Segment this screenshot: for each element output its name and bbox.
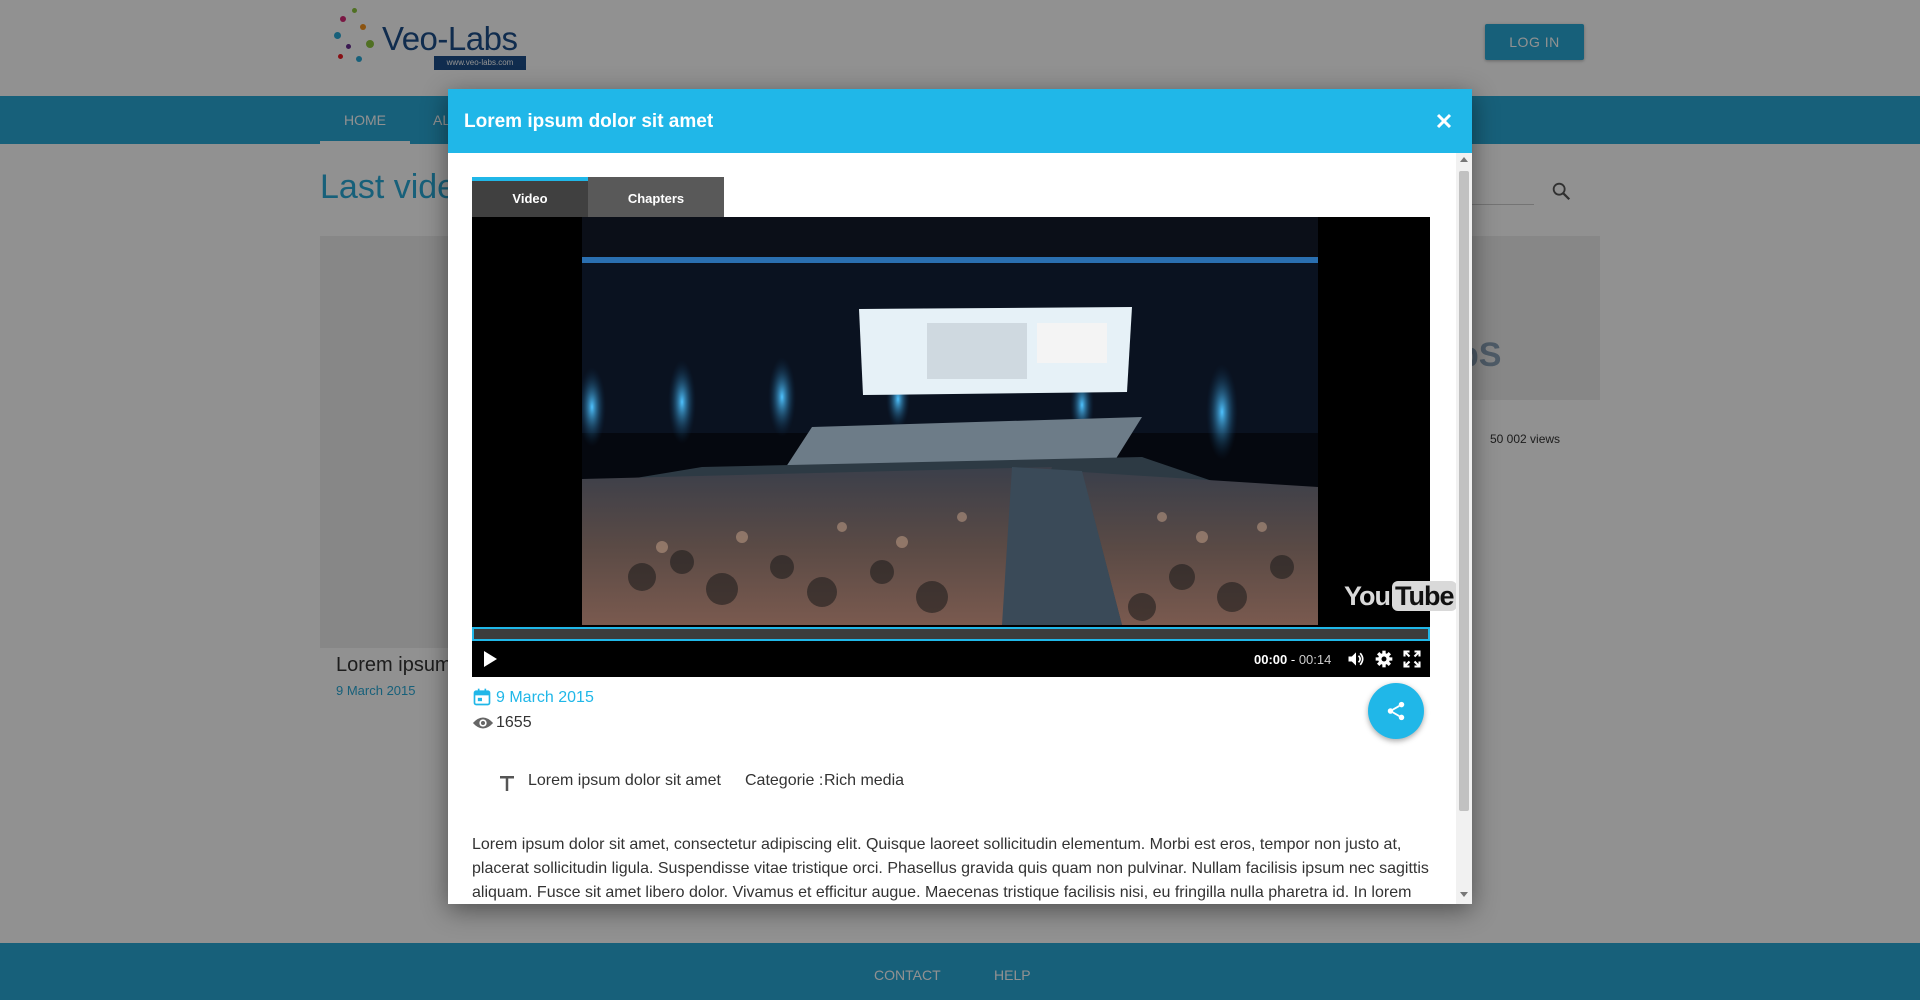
volume-icon[interactable]	[1346, 649, 1366, 669]
time-total: 00:14	[1298, 652, 1332, 667]
modal-title: Lorem ipsum dolor sit amet	[464, 111, 714, 132]
video-frame[interactable]	[582, 217, 1318, 625]
scroll-up-arrow-icon[interactable]	[1460, 157, 1468, 162]
play-icon[interactable]	[484, 651, 497, 667]
info-title: Lorem ipsum dolor sit amet	[528, 772, 721, 789]
youtube-logo[interactable]: You Tube	[1344, 581, 1457, 612]
video-description: Lorem ipsum dolor sit amet, consectetur …	[472, 836, 1429, 901]
share-icon	[1387, 701, 1405, 721]
scroll-thumb[interactable]	[1459, 171, 1469, 811]
youtube-logo-text: You	[1344, 581, 1391, 611]
youtube-logo-tube: Tube	[1392, 581, 1457, 611]
category-label: Categorie :	[745, 772, 824, 789]
player-controls: 00:00 - 00:14	[472, 641, 1430, 677]
video-player[interactable]: You Tube 00:00 - 00:14	[472, 217, 1457, 677]
tab-video[interactable]: Video	[472, 177, 588, 217]
video-views: 1655	[496, 714, 532, 731]
fullscreen-icon[interactable]	[1402, 649, 1422, 669]
scroll-down-arrow-icon[interactable]	[1460, 892, 1468, 897]
close-icon[interactable]	[1432, 109, 1456, 133]
eye-icon	[472, 717, 494, 729]
settings-icon[interactable]	[1374, 649, 1394, 669]
calendar-icon	[473, 688, 491, 706]
video-modal: Lorem ipsum dolor sit amet Video Chapter…	[448, 89, 1472, 904]
time-current: 00:00	[1254, 652, 1288, 667]
modal-scrollbar[interactable]	[1456, 153, 1472, 904]
modal-body: Video Chapters You Tube 00:00 - 00:14 9 …	[448, 153, 1472, 904]
progress-bar[interactable]	[472, 627, 1430, 641]
time-display: 00:00 - 00:14	[1254, 652, 1331, 667]
time-separator: -	[1287, 652, 1299, 667]
share-button[interactable]	[1368, 683, 1424, 739]
tab-chapters[interactable]: Chapters	[588, 177, 724, 217]
modal-header: Lorem ipsum dolor sit amet	[448, 89, 1472, 153]
text-title-icon	[500, 776, 514, 791]
video-date: 9 March 2015	[496, 689, 594, 706]
category-value: Rich media	[824, 772, 905, 789]
